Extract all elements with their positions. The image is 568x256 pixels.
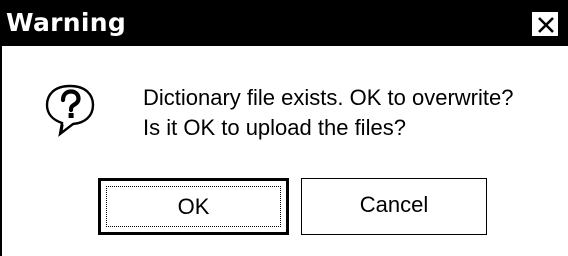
dialog-border (0, 46, 2, 256)
question-icon (45, 84, 95, 137)
title-bar[interactable]: Warning (0, 0, 568, 46)
message-text: Dictionary file exists. OK to overwrite?… (143, 83, 513, 143)
window-title: Warning (6, 8, 127, 37)
cancel-button[interactable]: Cancel (301, 178, 487, 235)
cancel-button-label: Cancel (359, 192, 429, 217)
message-line-2: Is it OK to upload the files? (143, 115, 406, 140)
message-line-1: Dictionary file exists. OK to overwrite? (143, 85, 514, 110)
warning-dialog: Warning Dictionary file exists. OK to ov… (0, 0, 568, 256)
ok-button-label: OK (177, 194, 210, 219)
ok-button[interactable]: OK (98, 178, 289, 235)
close-icon (538, 17, 554, 33)
close-button[interactable] (530, 10, 560, 38)
